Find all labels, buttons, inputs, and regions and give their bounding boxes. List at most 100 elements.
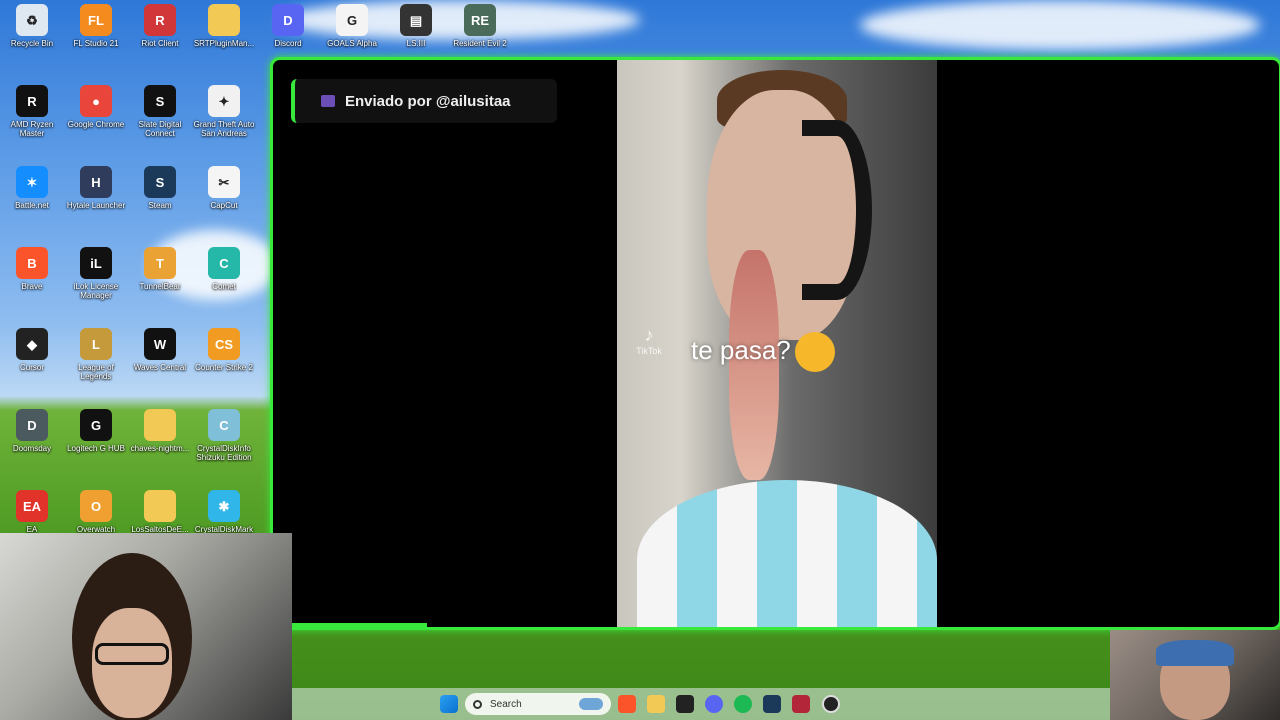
app-icon: H bbox=[80, 166, 112, 198]
desktop-icon[interactable]: B Brave bbox=[0, 247, 64, 291]
app-icon: S bbox=[144, 166, 176, 198]
desktop-icon[interactable]: SRTPluginMan... bbox=[192, 4, 256, 48]
desktop-icon-label: League of Legends bbox=[78, 363, 114, 381]
desktop-icon[interactable]: S Slate Digital Connect bbox=[128, 85, 192, 138]
video-caption: te pasa? bbox=[691, 332, 835, 372]
desktop-icon-label: Discord bbox=[274, 39, 302, 48]
desktop-icon[interactable]: H Hytale Launcher bbox=[64, 166, 128, 210]
cloud bbox=[860, 0, 1260, 50]
desktop-icon-label: Waves Central bbox=[133, 363, 187, 372]
desktop-icon-label: AMD Ryzen Master bbox=[10, 120, 54, 138]
desktop-icon[interactable]: chaves-nightm... bbox=[128, 409, 192, 453]
webcam-glasses bbox=[95, 643, 169, 665]
app-icon: L bbox=[80, 328, 112, 360]
app-icon: ✱ bbox=[208, 490, 240, 522]
desktop-icon[interactable]: EA EA bbox=[0, 490, 64, 534]
desktop-icon[interactable]: D Discord bbox=[256, 4, 320, 48]
app-icon: ◆ bbox=[16, 328, 48, 360]
desktop-icon[interactable]: C Comet bbox=[192, 247, 256, 291]
desktop-icon[interactable]: R Riot Client bbox=[128, 4, 192, 48]
app-icon: G bbox=[336, 4, 368, 36]
desktop-icon-label: Hytale Launcher bbox=[66, 201, 126, 210]
video-player[interactable]: ♪ TikTok te pasa? bbox=[617, 60, 937, 627]
desktop-icon[interactable]: W Waves Central bbox=[128, 328, 192, 372]
search-highlight-icon bbox=[579, 698, 603, 710]
desktop-icon[interactable]: L League of Legends bbox=[64, 328, 128, 381]
desktop-icon[interactable]: R AMD Ryzen Master bbox=[0, 85, 64, 138]
desktop-icon-label: Cursor bbox=[19, 363, 44, 372]
desktop-icon[interactable]: CS Counter Strike 2 bbox=[192, 328, 256, 372]
desktop-icon-label: Steam bbox=[148, 201, 172, 210]
stream-media-overlay: Enviado por @ailusitaa ♪ TikTok te pasa? bbox=[270, 57, 1280, 630]
search-label: Search bbox=[490, 698, 522, 710]
spotify-icon[interactable] bbox=[734, 695, 752, 713]
windows-start-icon[interactable] bbox=[440, 695, 458, 713]
desktop-icon[interactable]: ✱ CrystalDiskMark bbox=[192, 490, 256, 534]
desktop-icon-label: Riot Client bbox=[141, 39, 179, 48]
app-icon: ✦ bbox=[208, 85, 240, 117]
app-icon: O bbox=[80, 490, 112, 522]
clapperboard-icon bbox=[321, 95, 335, 107]
app-icon: D bbox=[16, 409, 48, 441]
app-icon: ✶ bbox=[16, 166, 48, 198]
taskbar: Search bbox=[292, 688, 1110, 720]
desktop-icon[interactable]: iL iLok License Manager bbox=[64, 247, 128, 300]
video-shirt bbox=[637, 480, 937, 627]
desktop-icon-label: Comet bbox=[212, 282, 236, 291]
desktop-icon[interactable]: ● Google Chrome bbox=[64, 85, 128, 129]
desktop-icon[interactable]: LosSaltosDeE... bbox=[128, 490, 192, 534]
desktop-icon-label: Google Chrome bbox=[67, 120, 125, 129]
file-explorer-icon[interactable] bbox=[647, 695, 665, 713]
desktop-icon-label: chaves-nightm... bbox=[130, 444, 190, 453]
app-icon: C bbox=[208, 247, 240, 279]
app-icon: S bbox=[144, 85, 176, 117]
desktop-icon[interactable]: O Overwatch bbox=[64, 490, 128, 534]
app-icon: ▤ bbox=[400, 4, 432, 36]
desktop-icon[interactable]: FL FL Studio 21 bbox=[64, 4, 128, 48]
desktop-icon-label: CrystalDiskInfo Shizuku Edition bbox=[196, 444, 252, 462]
desktop-icon[interactable]: ◆ Cursor bbox=[0, 328, 64, 372]
search-input[interactable]: Search bbox=[465, 693, 611, 715]
tiktok-watermark: ♪ TikTok bbox=[621, 325, 677, 356]
video-headphone bbox=[802, 120, 872, 300]
streaming-app-icon[interactable] bbox=[792, 695, 810, 713]
sender-label: Enviado por @ailusitaa bbox=[345, 92, 511, 110]
desktop-icon-label: TunnelBear bbox=[139, 282, 181, 291]
app-icon: CS bbox=[208, 328, 240, 360]
cursor-icon[interactable] bbox=[676, 695, 694, 713]
desktop-icon[interactable]: G Logitech G HUB bbox=[64, 409, 128, 453]
desktop-icon[interactable]: S Steam bbox=[128, 166, 192, 210]
desktop-icon[interactable]: RE Resident Evil 2 bbox=[448, 4, 512, 48]
desktop-icon[interactable]: ✦ Grand Theft Auto San Andreas bbox=[192, 85, 256, 138]
tiktok-label: TikTok bbox=[636, 346, 662, 356]
app-icon: B bbox=[16, 247, 48, 279]
webcam-cap bbox=[1156, 640, 1234, 666]
desktop-icon-label: iLok License Manager bbox=[73, 282, 119, 300]
desktop-icon[interactable]: G GOALS Alpha bbox=[320, 4, 384, 48]
desktop-icon[interactable]: D Doomsday bbox=[0, 409, 64, 453]
obs-icon[interactable] bbox=[822, 695, 840, 713]
desktop-icon[interactable]: C CrystalDiskInfo Shizuku Edition bbox=[192, 409, 256, 462]
webcam-right bbox=[1110, 630, 1280, 720]
desktop-icon-label: Counter Strike 2 bbox=[195, 363, 253, 372]
discord-icon[interactable] bbox=[705, 695, 723, 713]
app-icon: R bbox=[144, 4, 176, 36]
app-icon: RE bbox=[464, 4, 496, 36]
desktop-icon[interactable]: ▤ LS.III bbox=[384, 4, 448, 48]
desktop-icon[interactable]: ✶ Battle.net bbox=[0, 166, 64, 210]
video-progress-bar bbox=[273, 623, 427, 627]
desktop-icon-label: Recycle Bin bbox=[10, 39, 54, 48]
sender-badge: Enviado por @ailusitaa bbox=[291, 79, 557, 123]
app-icon bbox=[208, 4, 240, 36]
app-icon: T bbox=[144, 247, 176, 279]
app-icon: iL bbox=[80, 247, 112, 279]
tiktok-icon: ♪ bbox=[644, 325, 654, 345]
steam-icon[interactable] bbox=[763, 695, 781, 713]
desktop-icon-label: FL Studio 21 bbox=[73, 39, 119, 48]
desktop-icon[interactable]: T TunnelBear bbox=[128, 247, 192, 291]
app-icon: FL bbox=[80, 4, 112, 36]
brave-icon[interactable] bbox=[618, 695, 636, 713]
desktop-icon[interactable]: ♻ Recycle Bin bbox=[0, 4, 64, 48]
thinking-emoji-icon bbox=[794, 332, 835, 372]
desktop-icon[interactable]: ✂ CapCut bbox=[192, 166, 256, 210]
